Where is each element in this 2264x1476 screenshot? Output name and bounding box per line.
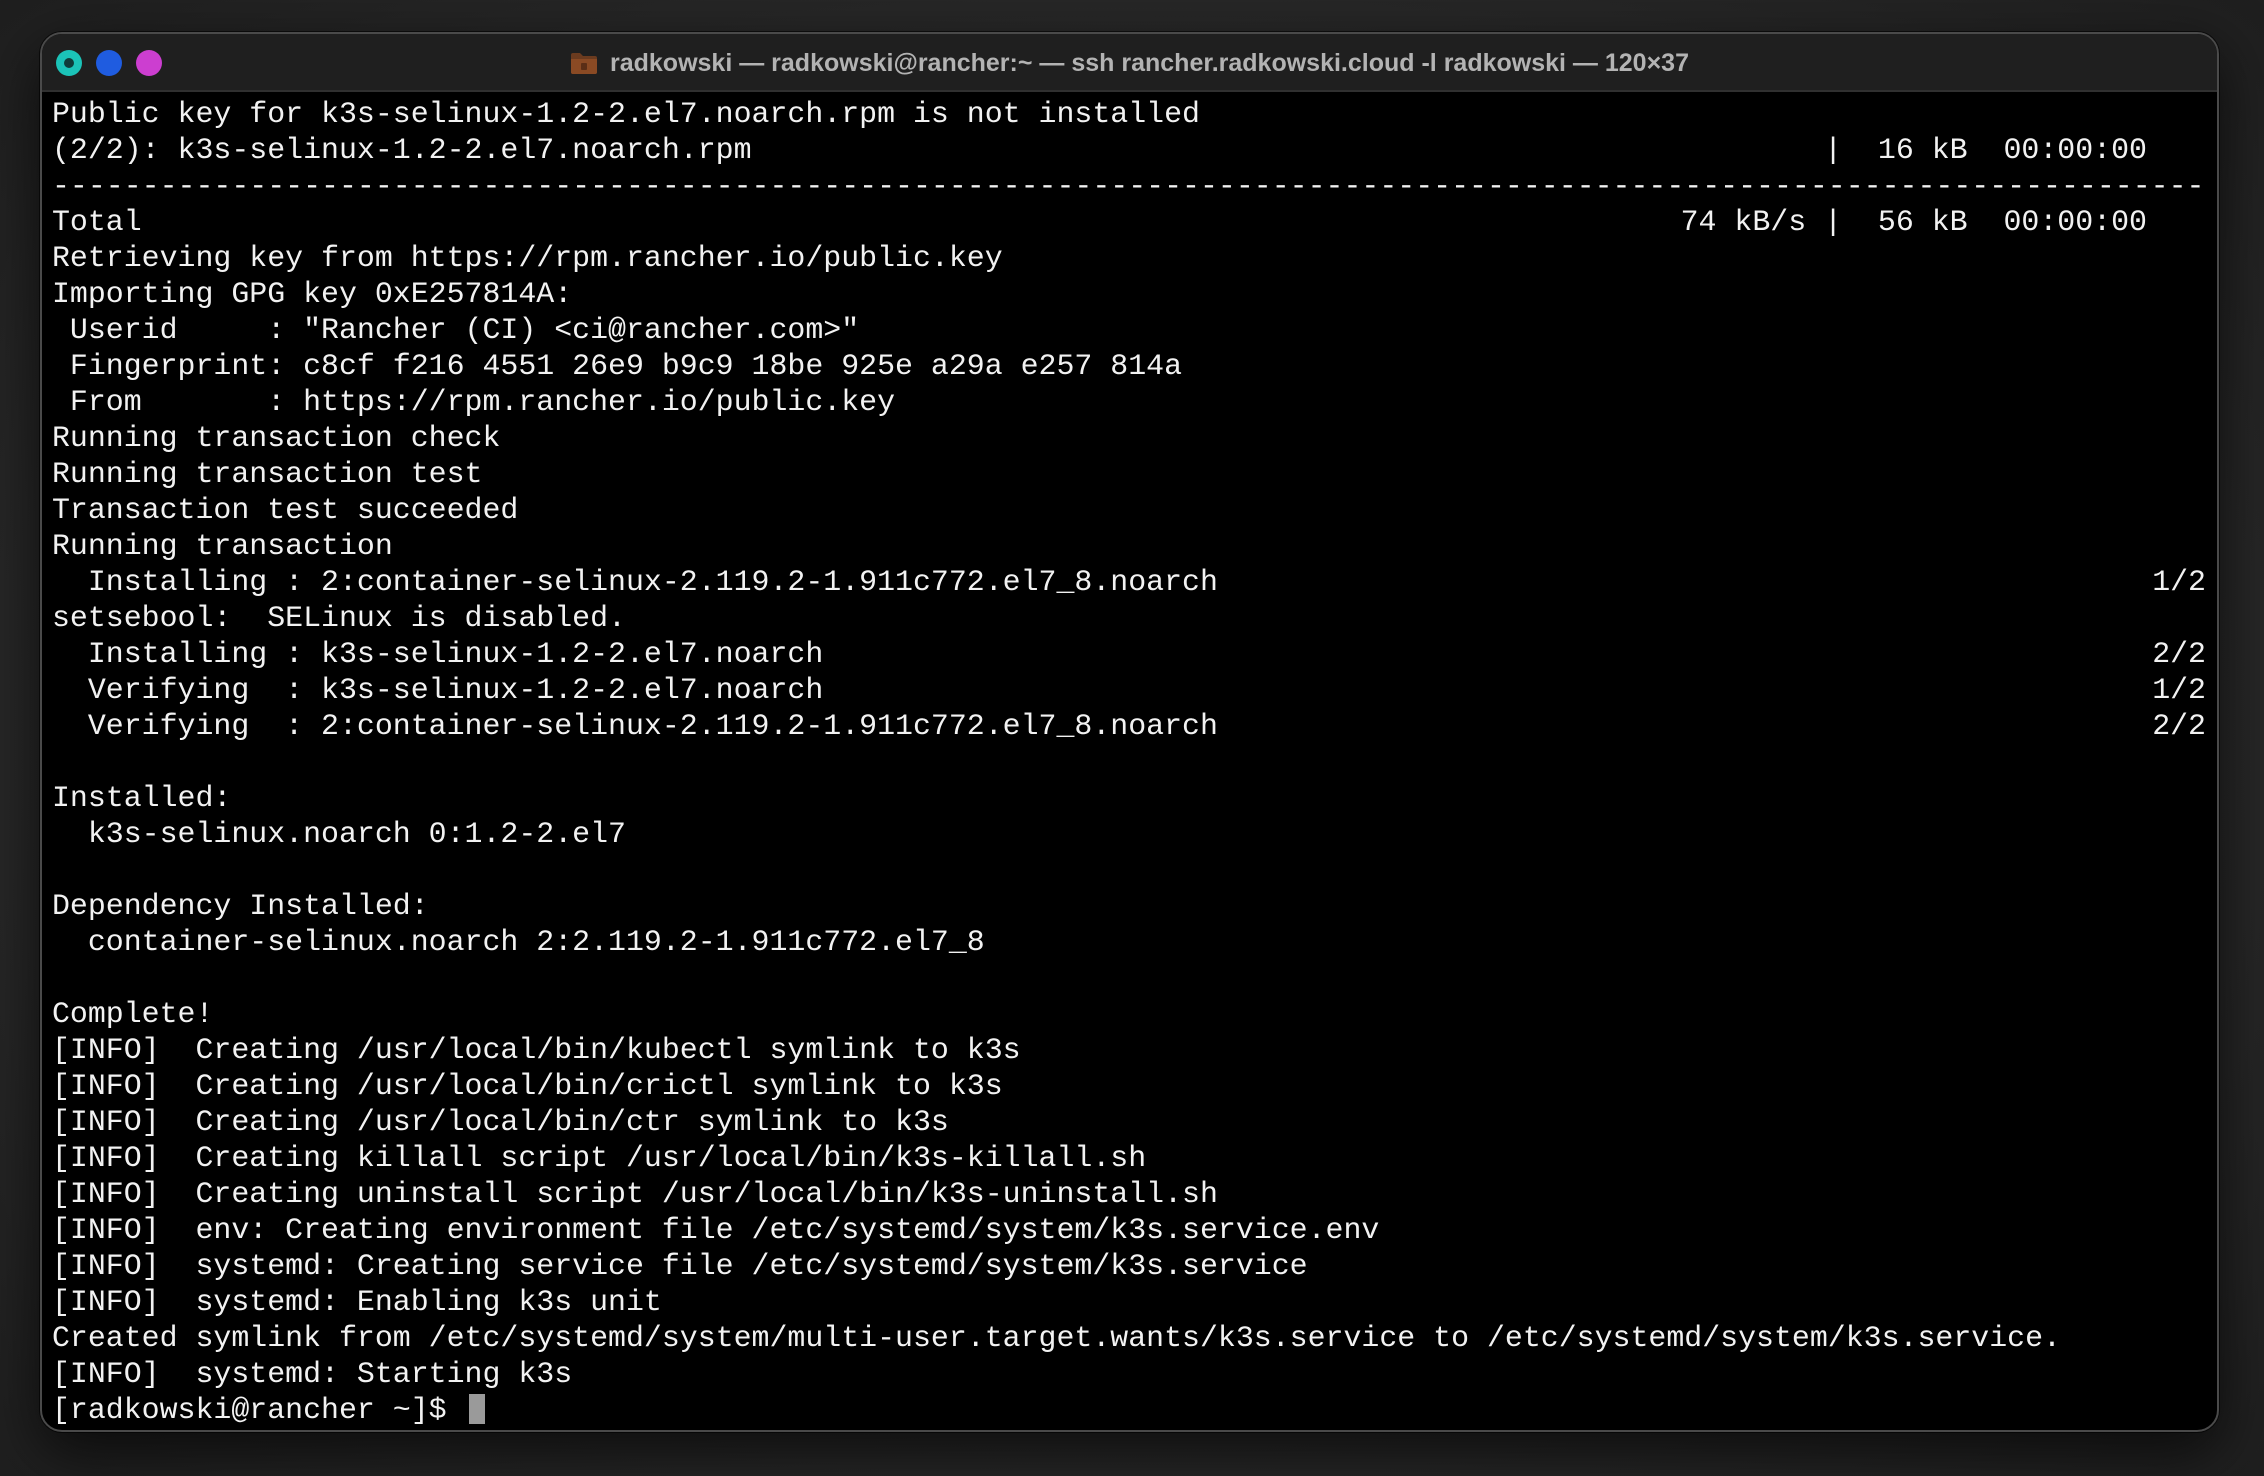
separator-line: ----------------------------------------…: [52, 169, 2207, 203]
terminal-line: [INFO] Creating /usr/local/bin/ctr symli…: [52, 1105, 949, 1139]
terminal-line: Transaction test succeeded: [52, 493, 519, 527]
progress-counter: 1/2: [2152, 565, 2206, 599]
terminal-line: Retrieving key from https://rpm.rancher.…: [52, 241, 1003, 275]
terminal-line: Installed:: [52, 781, 232, 815]
text-cursor: [468, 1394, 485, 1424]
terminal-line: Dependency Installed:: [52, 889, 429, 923]
terminal-line: Running transaction check: [52, 421, 501, 455]
terminal-line: From : https://rpm.rancher.io/public.key: [52, 385, 896, 419]
terminal-line: Verifying : k3s-selinux-1.2-2.el7.noarch: [52, 673, 824, 707]
terminal-line: Installing : 2:container-selinux-2.119.2…: [52, 565, 1218, 599]
terminal-line: Installing : k3s-selinux-1.2-2.el7.noarc…: [52, 637, 824, 671]
total-stats: 74 kB/s | 56 kB 00:00:00: [1680, 205, 2147, 239]
progress-counter: 2/2: [2152, 637, 2206, 671]
terminal-line: Created symlink from /etc/systemd/system…: [52, 1321, 2061, 1355]
terminal-line: Complete!: [52, 997, 214, 1031]
terminal-line: [INFO] Creating /usr/local/bin/crictl sy…: [52, 1069, 1003, 1103]
terminal-line: Importing GPG key 0xE257814A:: [52, 277, 573, 311]
terminal-line: (2/2): k3s-selinux-1.2-2.el7.noarch.rpm: [52, 133, 752, 167]
terminal-output[interactable]: Public key for k3s-selinux-1.2-2.el7.noa…: [52, 92, 2207, 1430]
terminal-line: [INFO] systemd: Starting k3s: [52, 1357, 573, 1391]
terminal-window: radkowski — radkowski@rancher:~ — ssh ra…: [40, 32, 2219, 1432]
terminal-line: Userid : "Rancher (CI) <ci@rancher.com>": [52, 313, 860, 347]
title-bar[interactable]: radkowski — radkowski@rancher:~ — ssh ra…: [42, 34, 2217, 92]
window-title: radkowski — radkowski@rancher:~ — ssh ra…: [610, 48, 1689, 77]
terminal-line: k3s-selinux.noarch 0:1.2-2.el7: [52, 817, 626, 851]
window-title-wrap: radkowski — radkowski@rancher:~ — ssh ra…: [42, 34, 2217, 92]
terminal-line: [INFO] systemd: Creating service file /e…: [52, 1249, 1308, 1283]
terminal-line: Public key for k3s-selinux-1.2-2.el7.noa…: [52, 97, 1200, 131]
folder-icon: [570, 51, 598, 75]
terminal-line: [INFO] env: Creating environment file /e…: [52, 1213, 1380, 1247]
terminal-line: container-selinux.noarch 2:2.119.2-1.911…: [52, 925, 985, 959]
download-stats: | 16 kB 00:00:00: [1824, 133, 2147, 167]
shell-prompt-line[interactable]: [radkowski@rancher ~]$: [52, 1392, 485, 1428]
terminal-line: Total: [52, 205, 142, 239]
terminal-line: [INFO] Creating /usr/local/bin/kubectl s…: [52, 1033, 1021, 1067]
terminal-line: [INFO] Creating uninstall script /usr/lo…: [52, 1177, 1218, 1211]
terminal-line: setsebool: SELinux is disabled.: [52, 601, 626, 635]
terminal-line: [INFO] Creating killall script /usr/loca…: [52, 1141, 1147, 1175]
terminal-line: Running transaction test: [52, 457, 483, 491]
terminal-line: Fingerprint: c8cf f216 4551 26e9 b9c9 18…: [52, 349, 1183, 383]
terminal-line: Running transaction: [52, 529, 393, 563]
progress-counter: 2/2: [2152, 709, 2206, 743]
progress-counter: 1/2: [2152, 673, 2206, 707]
terminal-line: [INFO] systemd: Enabling k3s unit: [52, 1285, 662, 1319]
terminal-line: Verifying : 2:container-selinux-2.119.2-…: [52, 709, 1218, 743]
shell-prompt: [radkowski@rancher ~]$: [52, 1393, 465, 1427]
